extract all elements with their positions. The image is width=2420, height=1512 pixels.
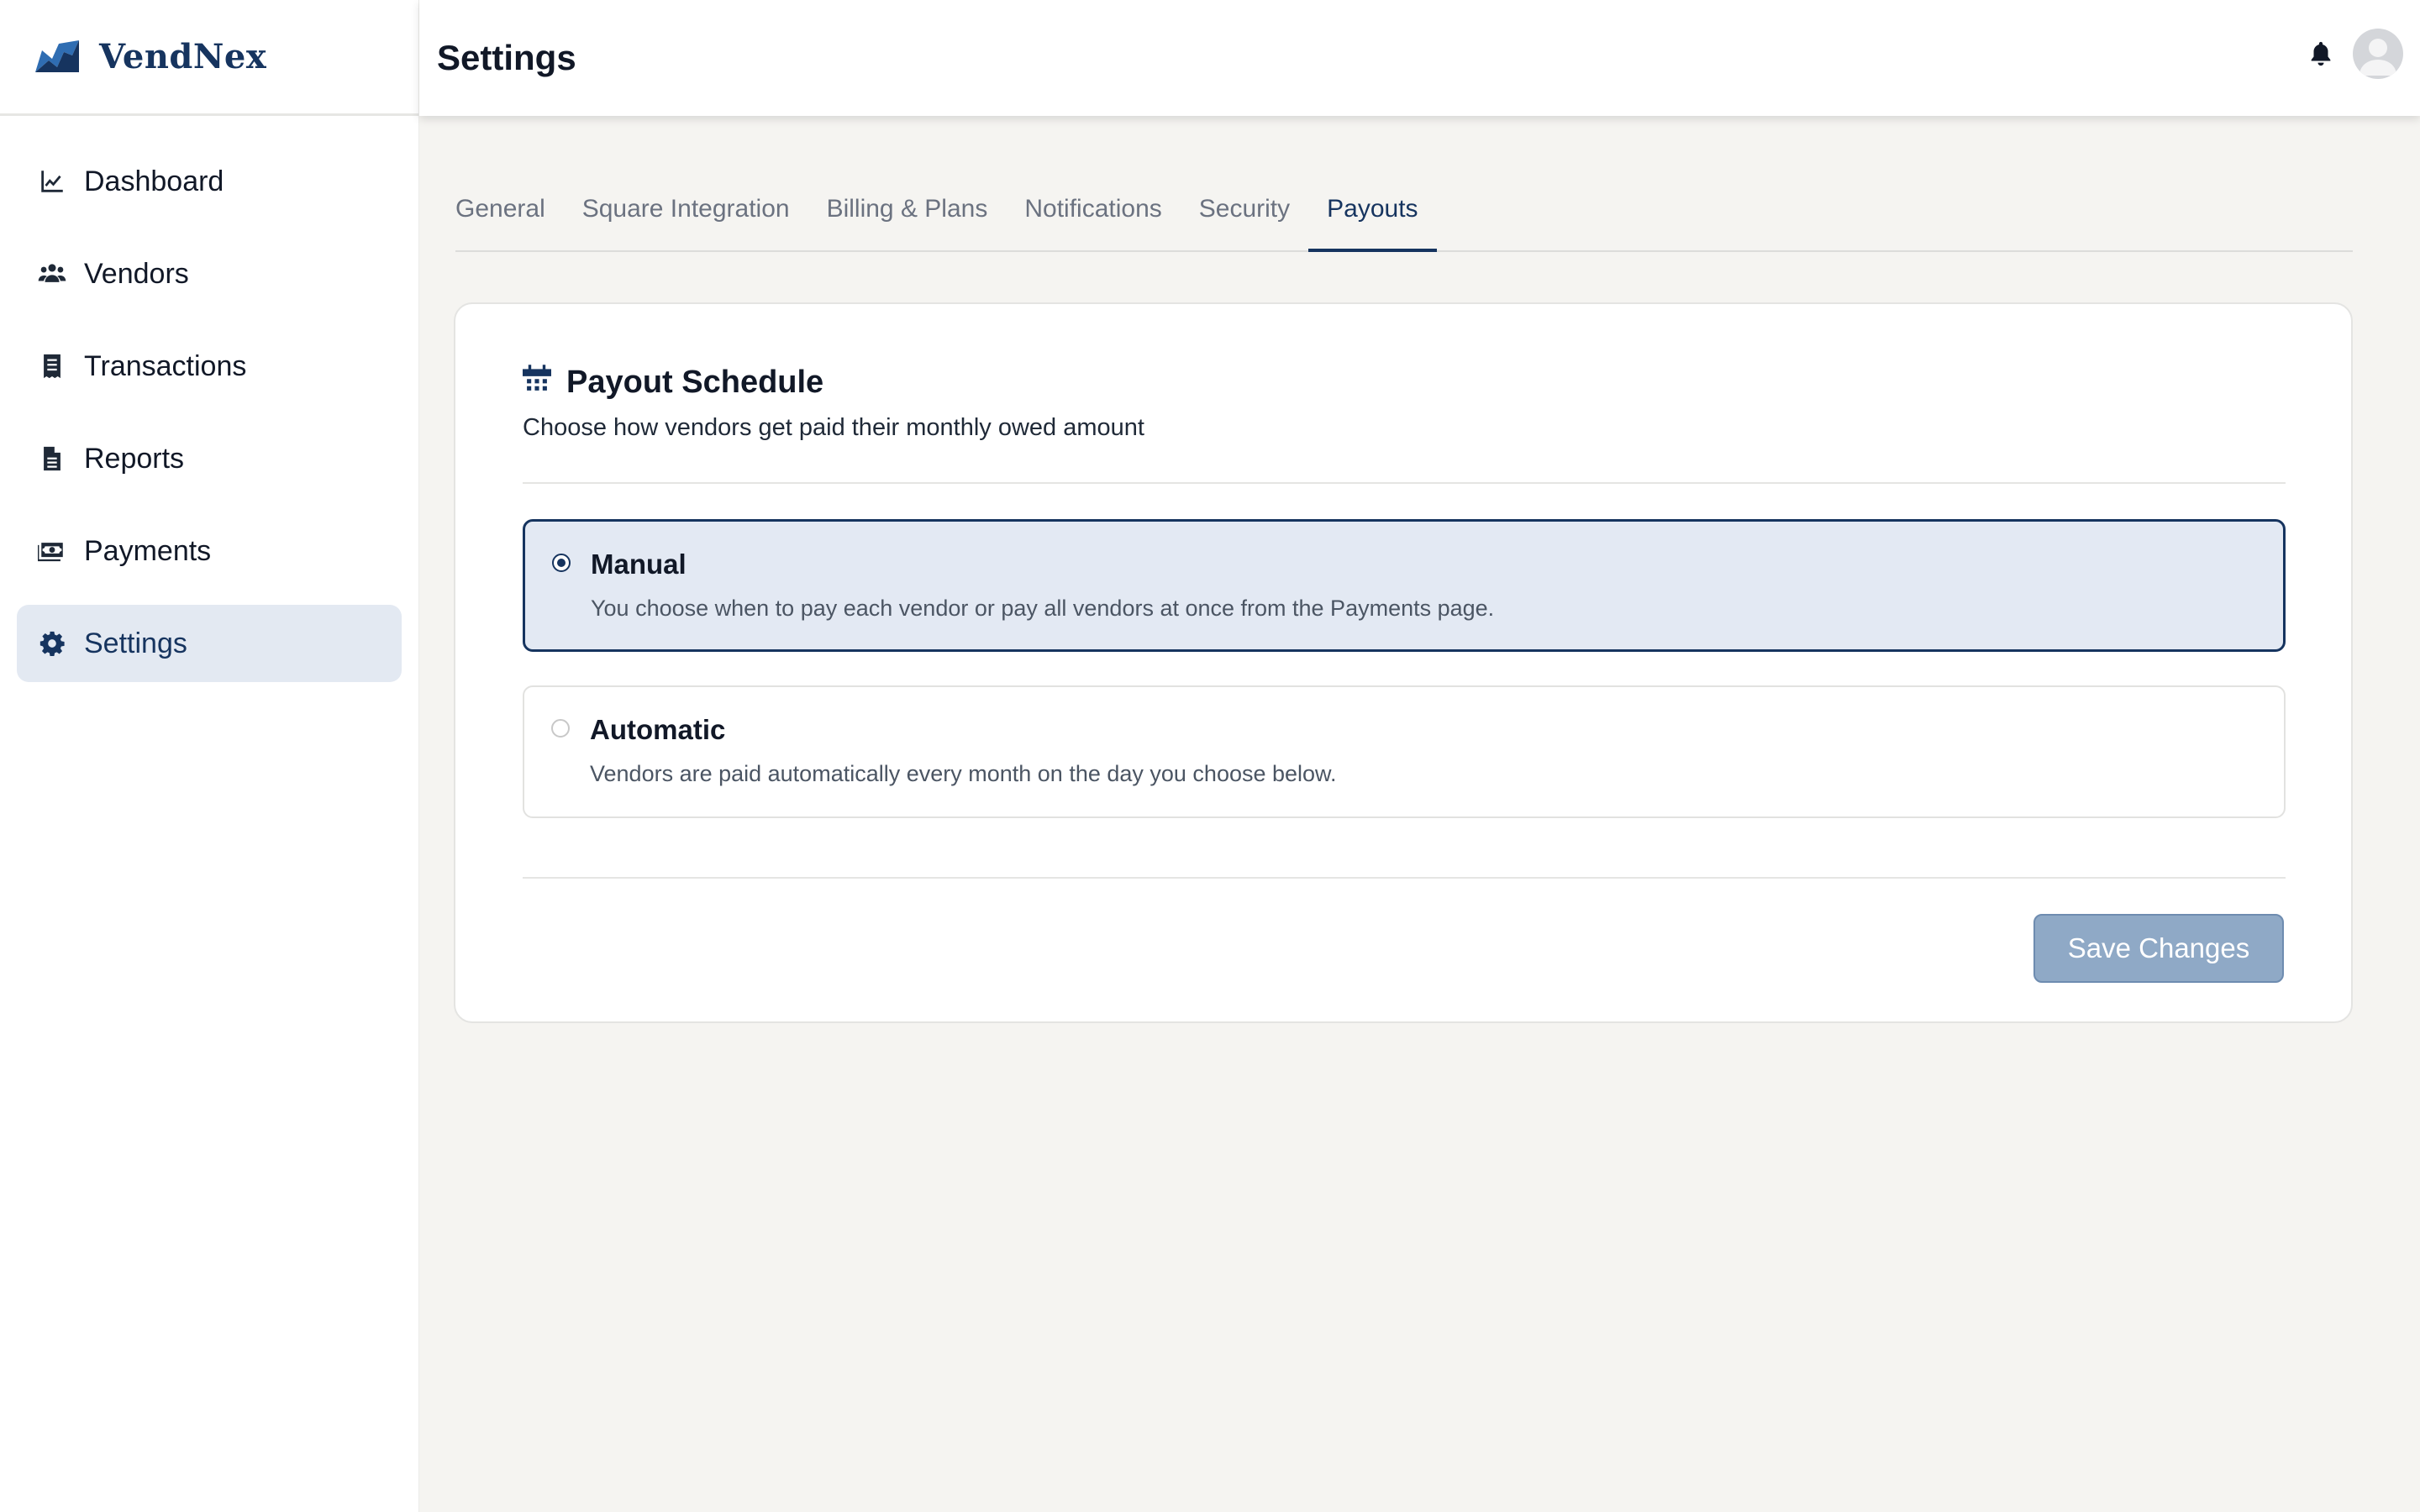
- chart-line-icon: [35, 165, 69, 198]
- sidebar-item-label: Settings: [84, 627, 187, 659]
- top-actions: [2297, 29, 2403, 79]
- users-icon: [35, 257, 69, 291]
- sidebar: VendNex Dashboard Vendors Transactions R…: [0, 0, 419, 1512]
- top-bar: Settings: [419, 0, 2420, 116]
- divider: [523, 877, 2286, 879]
- payout-option-manual[interactable]: Manual You choose when to pay each vendo…: [523, 519, 2286, 652]
- card-title-row: Payout Schedule: [523, 365, 1144, 401]
- calendar-icon: [523, 365, 566, 401]
- sidebar-item-vendors[interactable]: Vendors: [17, 235, 402, 312]
- sidebar-item-reports[interactable]: Reports: [17, 420, 402, 497]
- tab-security[interactable]: Security: [1181, 176, 1308, 252]
- sidebar-item-label: Reports: [84, 442, 185, 475]
- tab-general[interactable]: General: [455, 176, 564, 252]
- tab-billing-plans[interactable]: Billing & Plans: [808, 176, 1007, 252]
- divider: [523, 482, 2286, 484]
- sidebar-item-transactions[interactable]: Transactions: [17, 328, 402, 405]
- bell-icon[interactable]: [2297, 30, 2344, 77]
- sidebar-item-settings[interactable]: Settings: [17, 605, 402, 682]
- sidebar-nav: Dashboard Vendors Transactions Reports P…: [0, 143, 418, 682]
- sidebar-item-label: Transactions: [84, 349, 247, 382]
- avatar[interactable]: [2353, 29, 2403, 79]
- radio-manual[interactable]: [552, 554, 571, 572]
- option-title: Automatic: [590, 714, 726, 745]
- sidebar-item-label: Vendors: [84, 257, 189, 290]
- brand-name: VendNex: [99, 37, 267, 76]
- tab-payouts[interactable]: Payouts: [1308, 176, 1437, 252]
- money-icon: [35, 534, 69, 568]
- option-title: Manual: [591, 549, 687, 580]
- sidebar-item-label: Dashboard: [84, 165, 224, 197]
- sidebar-item-label: Payments: [84, 534, 212, 567]
- card-subtitle: Choose how vendors get paid their monthl…: [523, 414, 1144, 441]
- sidebar-item-dashboard[interactable]: Dashboard: [17, 143, 402, 220]
- card-header: Payout Schedule Choose how vendors get p…: [523, 365, 1144, 442]
- radio-automatic[interactable]: [551, 719, 570, 738]
- page-title: Settings: [437, 38, 576, 77]
- payout-schedule-card: Payout Schedule Choose how vendors get p…: [454, 302, 2353, 1023]
- sidebar-item-payments[interactable]: Payments: [17, 512, 402, 590]
- payout-option-automatic[interactable]: Automatic Vendors are paid automatically…: [523, 685, 2286, 818]
- option-description: You choose when to pay each vendor or pa…: [591, 596, 1495, 621]
- tab-square-integration[interactable]: Square Integration: [564, 176, 808, 252]
- gear-icon: [35, 627, 69, 660]
- settings-tabs: General Square Integration Billing & Pla…: [455, 176, 2353, 252]
- tab-notifications[interactable]: Notifications: [1006, 176, 1180, 252]
- receipt-icon: [35, 349, 69, 383]
- card-title: Payout Schedule: [566, 365, 824, 400]
- brand[interactable]: VendNex: [0, 0, 418, 116]
- vendnex-logo-icon: [34, 39, 81, 76]
- file-icon: [35, 442, 69, 475]
- option-description: Vendors are paid automatically every mon…: [590, 761, 1337, 786]
- save-changes-button[interactable]: Save Changes: [2033, 914, 2284, 983]
